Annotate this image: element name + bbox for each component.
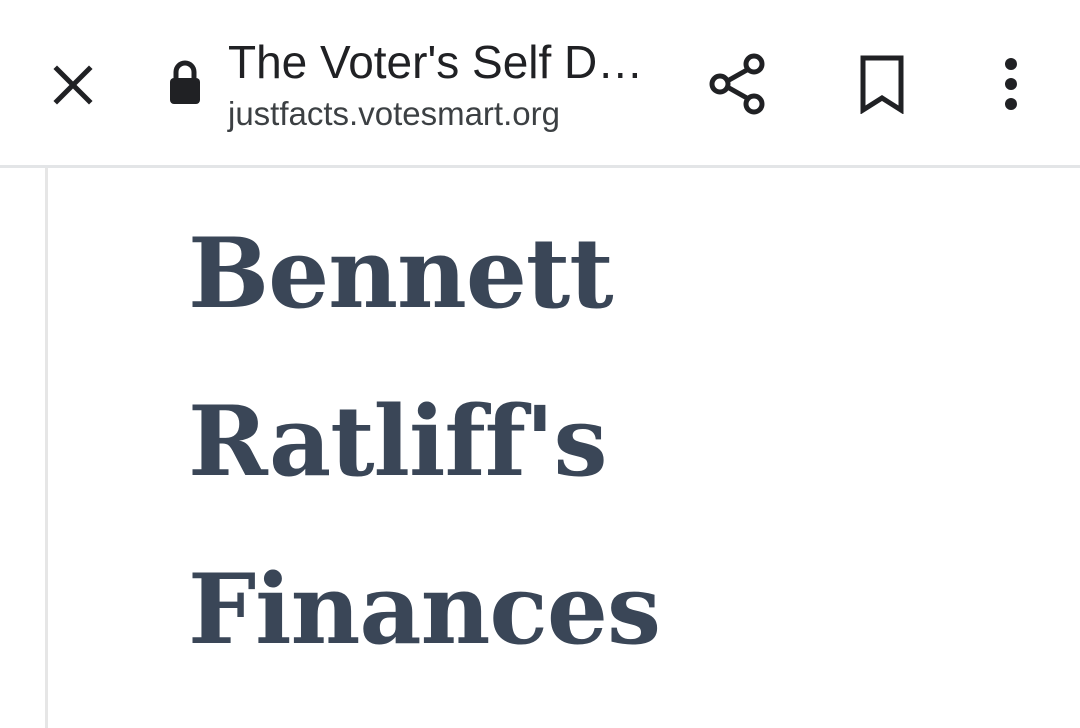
article-headline: Bennett Ratliff's Finances (188, 190, 661, 694)
headline-line-3: Finances (188, 553, 661, 666)
overflow-menu-button[interactable] (986, 48, 1036, 120)
web-content: Bennett Ratliff's Finances (0, 168, 1080, 728)
more-vert-icon (1005, 58, 1017, 110)
lock-icon[interactable] (162, 58, 208, 108)
share-icon (709, 53, 765, 115)
page-info[interactable]: The Voter's Self D… justfacts.votesmart.… (228, 34, 648, 136)
bookmark-icon (860, 55, 904, 114)
page-url: justfacts.votesmart.org (228, 95, 560, 132)
share-button[interactable] (702, 48, 774, 120)
bookmark-button[interactable] (848, 48, 916, 120)
headline-line-1: Bennett (188, 217, 614, 330)
headline-line-2: Ratliff's (188, 385, 608, 498)
close-icon (53, 65, 93, 105)
custom-tab-toolbar: The Voter's Self D… justfacts.votesmart.… (0, 0, 1080, 168)
article-card: Bennett Ratliff's Finances (45, 168, 1080, 728)
close-button[interactable] (40, 52, 106, 118)
page-title: The Voter's Self D… (228, 36, 644, 88)
